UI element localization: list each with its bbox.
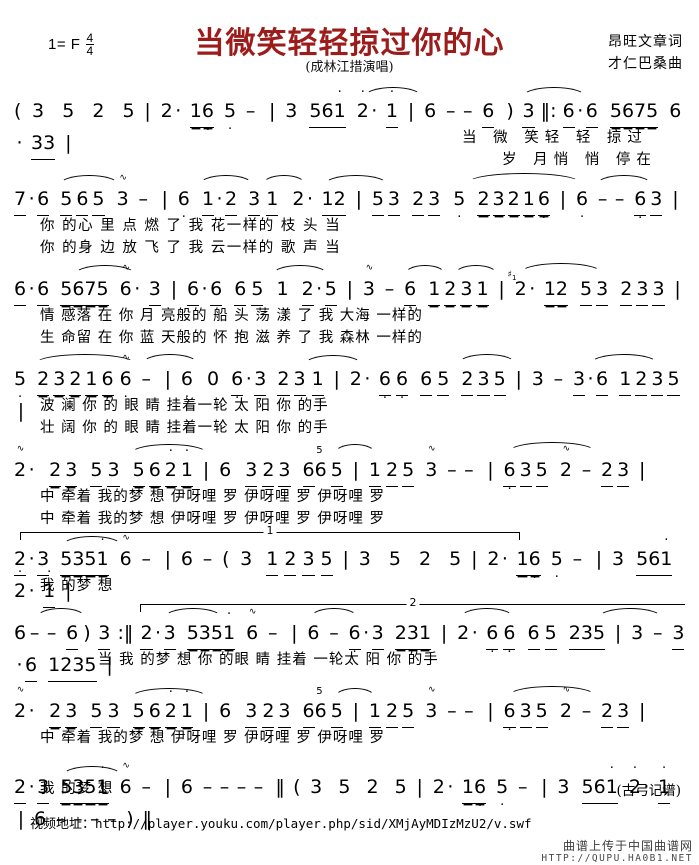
transcriber-credit: (古弓记谱)	[616, 783, 681, 799]
staff-line-1: ( 3 5 2 5 | 2 · 1 6 · 5 · – | 3 5 6 1 · 2 · · 1 · …	[14, 86, 685, 176]
line-2-lyric-verse-2: 你 的身 边 放 飞 了 我 云一样的 歌 声 当	[40, 240, 342, 256]
staff-line-6: 2 · 3 5 3 5 1 · 6 ∿ – | 6 – ( 3 1235 | 3 5 2 5 …	[14, 534, 685, 612]
line-5-lyric-verse-2: 中 牵着 我的梦 想 伊呀哩 罗 伊呀哩 罗 伊呀哩 罗	[40, 511, 385, 527]
line-9-lyric-verse-1: 我 的梦 想	[40, 781, 114, 797]
staff-line-3: 6 · 6 5675 6 ∿ · 3 | 6 · 6 65 1 2 · 5 | 3 ∿ – 6 · …	[14, 263, 685, 356]
staff-line-2: 7 · 6 565 3 ∿ – | 6 · 1 · 2 31 2 · 12 | 53 23 5…	[14, 173, 685, 266]
staff-line-5: 2 ∿ · 23 53 5 6 2 · 1 · | 6 323 6565 | 125 3 ∿ –…	[14, 442, 685, 540]
line-8-lyric-verse-1: 中 牵着 我的梦 想 伊呀哩 罗 伊呀哩 罗 伊呀哩 罗	[40, 730, 385, 746]
performer-subtitle: (成林江措演唱)	[305, 60, 394, 75]
sheet-footer: 我 的梦 想 (古弓记谱) 视频地址：http://player.youku.c…	[0, 779, 699, 865]
video-address-url[interactable]: http://player.youku.com/player.php/sid/X…	[95, 816, 532, 831]
video-address-label: 视频地址：	[30, 817, 96, 832]
line-3-notes: 6 · 6 5675 6 ∿ · 3 | 6 · 6 65 1 2 · 5 | 3 ∿ – 6 · …	[14, 263, 681, 316]
staff-line-7: 6– – 6) 3 :‖ 2 · 3 5 3 5 1 · 6 ∿ – | 6 – 6 · · 3 23…	[14, 608, 685, 690]
repeat-ending-1-label: 1	[263, 524, 277, 537]
line-5-lyric-verse-1: 中 牵着 我的梦 想 伊呀哩 罗 伊呀哩 罗 伊呀哩 罗	[40, 489, 385, 505]
video-address: 视频地址：http://player.youku.com/player.php/…	[30, 813, 532, 832]
watermark-site-name: 曲谱上传于中国曲谱网	[562, 839, 693, 853]
line-1-lyric-verse-2: 岁 月悄 悄 停在	[502, 152, 657, 168]
line-2-notes: 7 · 6 565 3 ∿ – | 6 · 1 · 2 31 2 · 12 | 53 23 5…	[14, 173, 679, 226]
line-1-notes: ( 3 5 2 5 | 2 · 1 6 · 5 · – | 3 5 6 1 · 2 · · 1 · …	[14, 86, 685, 160]
line-5-notes: 2 ∿ · 23 53 5 6 2 · 1 · | 6 323 6565 | 125 3 ∿ –…	[14, 444, 646, 497]
line-6-lyric-verse-1: 我 的梦 想	[40, 578, 114, 594]
sheet-header: 1= F 4 4 当微笑轻轻掠过你的心 (成林江措演唱) 昂旺文章词 才仁巴桑曲	[0, 0, 699, 88]
repeat-ending-2-label: 2	[406, 596, 420, 609]
watermark-site-url: HTTP://QUPU.HA0B1.NET	[541, 853, 693, 864]
line-4-lyric-verse-2: 壮 阔 你 的 眼 睛 挂着一轮 太 阳 你 的手	[40, 420, 329, 436]
line-7-notes: 6– – 6) 3 :‖ 2 · 3 5 3 5 1 · 6 ∿ – | 6 – 6 · · 3 23…	[14, 608, 685, 682]
line-8-notes: 2 ∿ · 23 53 5 6 2 · 1 · | 6 323 6565 | 125 3 ∿ –…	[14, 685, 646, 738]
staff-line-8: 2 ∿ · 23 53 5 6 2 · 1 · | 6 323 6565 | 125 3 ∿ –…	[14, 685, 685, 768]
line-3-lyric-verse-1: 情 感落 在 你 月 亮般的 船 头 荡 漾 了 我 大海 一样的	[40, 308, 423, 324]
composer-credit: 才仁巴桑曲	[608, 55, 683, 72]
line-3-lyric-verse-2: 生 命留 在 你 蓝 天般的 怀 抱 滋 养 了 我 森林 一样的	[40, 330, 423, 346]
line-7-lyric-verse-1: 当 我 的梦 想 你 的眼 睛 挂着 一轮太 阳 你 的手	[98, 652, 439, 668]
staff-line-4: 5 · 2 3 2 1 6 · 6 ∿ · – | 6 · 0 6 · · 3 231 | 2 · 6 · 6…	[14, 353, 685, 446]
line-2-lyric-verse-1: 你 的心 里 点 燃 了 我 花一样的 枝 头 当	[40, 218, 342, 234]
line-1-lyric-verse-1: 当 微 笑轻 轻 掠过	[462, 130, 648, 146]
lyricist-credit: 昂旺文章词	[608, 34, 683, 50]
music-staff-system: ( 3 5 2 5 | 2 · 1 6 · 5 · – | 3 5 6 1 · 2 · · 1 · …	[14, 86, 685, 830]
line-4-notes: 5 · 2 3 2 1 6 · 6 ∿ · – | 6 · 0 6 · · 3 231 | 2 · 6 · 6…	[14, 353, 680, 422]
line-4-lyric-verse-1: 波 澜 你 的 眼 睛 挂着一轮 太 阳 你 的手	[40, 398, 329, 414]
line-6-notes: 2 · 3 5 3 5 1 · 6 ∿ – | 6 – ( 3 1235 | 3 5 2 5 …	[14, 534, 685, 608]
credits: 昂旺文章词 才仁巴桑曲	[608, 32, 683, 75]
